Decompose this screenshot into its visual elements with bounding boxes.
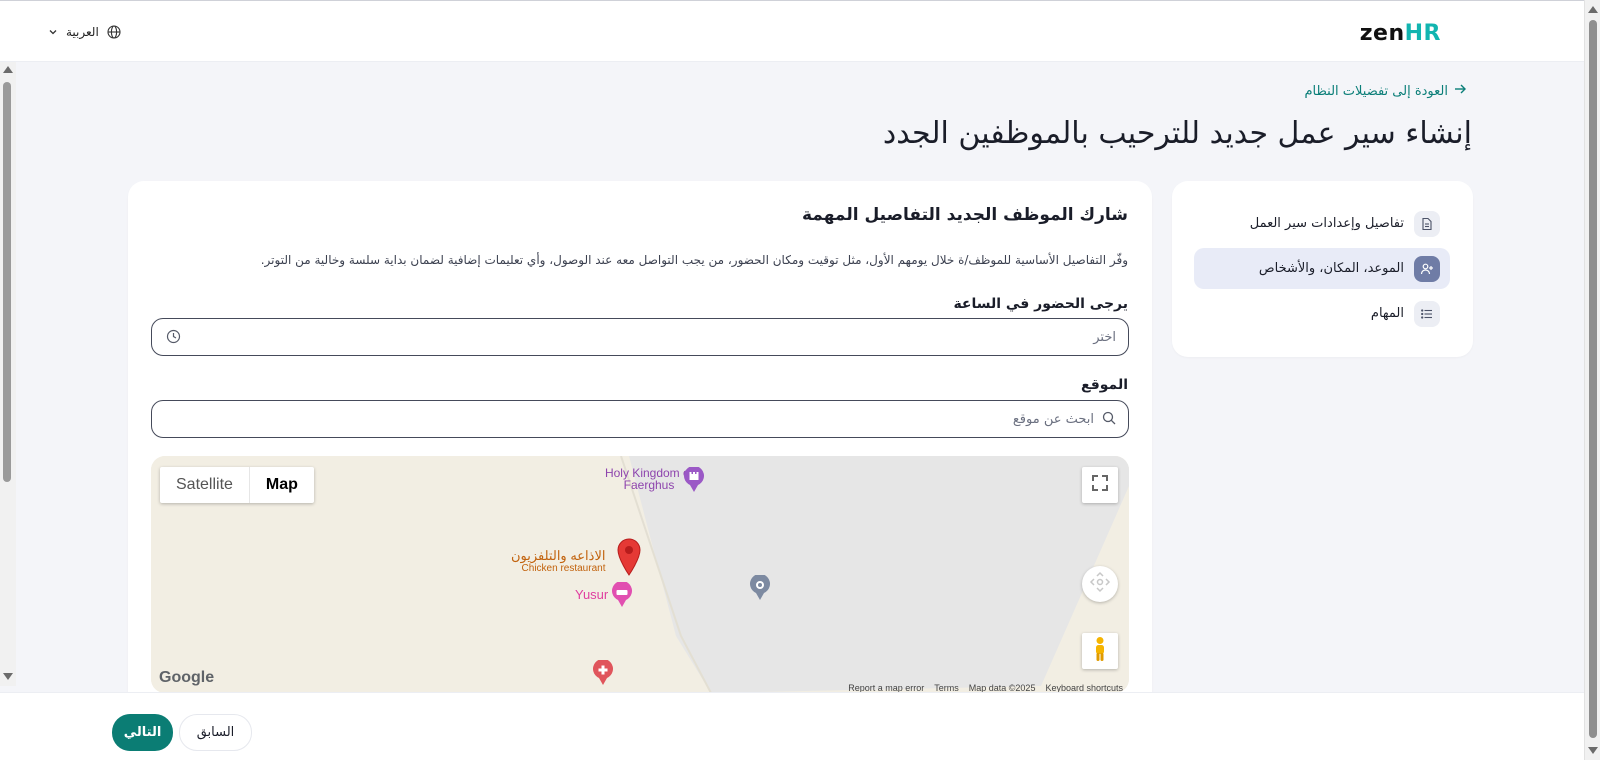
arrow-right-icon: [1454, 83, 1466, 99]
window-scroll-down-icon[interactable]: [1588, 747, 1598, 754]
search-icon: [1102, 410, 1116, 429]
section-title: شارك الموظف الجديد التفاصيل المهمة: [802, 205, 1128, 225]
step-tasks[interactable]: المهام: [1194, 293, 1450, 334]
page-scrollbar[interactable]: [0, 62, 16, 686]
location-pin-icon[interactable]: [749, 573, 771, 606]
location-label: الموقع: [1081, 377, 1128, 393]
globe-icon: [107, 25, 121, 39]
step-label: تفاصيل وإعدادات سير العمل: [1249, 216, 1404, 231]
logo-accent-text: HR: [1404, 21, 1441, 46]
arrival-time-picker[interactable]: اختر: [151, 318, 1129, 356]
back-link-label: العودة إلى تفضيلات النظام: [1304, 83, 1448, 99]
poi-yusur-label[interactable]: Yusur: [575, 587, 608, 602]
poi-name: Yusur: [575, 587, 609, 602]
step-time-place-people[interactable]: الموعد، المكان، والأشخاص: [1194, 248, 1450, 289]
window-scrollbar[interactable]: [1584, 0, 1600, 760]
map-view-button[interactable]: Map: [248, 467, 314, 503]
fullscreen-icon: [1091, 474, 1109, 496]
arrival-time-label: يرجى الحضور في الساعة: [953, 296, 1128, 312]
language-label: العربية: [66, 25, 99, 39]
poi-restaurant-label[interactable]: الاذاعه والتلفزيون Chicken restaurant: [511, 549, 605, 575]
castle-poi-icon[interactable]: [683, 465, 705, 498]
clock-icon: [166, 329, 181, 348]
details-form-card: شارك الموظف الجديد التفاصيل المهمة وفّر …: [128, 181, 1152, 741]
add-user-icon: [1414, 255, 1440, 282]
map-marker-icon[interactable]: [616, 538, 642, 581]
list-icon: [1414, 300, 1440, 327]
scroll-up-icon[interactable]: [3, 66, 13, 73]
map-type-toggle: Satellite Map: [160, 467, 314, 503]
pegman-icon: [1091, 636, 1109, 666]
poi-name: Holy Kingdom of Faerghus: [604, 466, 694, 492]
step-workflow-details[interactable]: تفاصيل وإعدادات سير العمل: [1194, 203, 1450, 244]
arrival-time-placeholder: اختر: [1093, 329, 1116, 345]
window-scrollbar-thumb[interactable]: [1589, 20, 1597, 738]
hotel-poi-icon[interactable]: [611, 580, 633, 613]
street-view-button[interactable]: [1082, 633, 1118, 669]
language-selector[interactable]: العربية: [48, 25, 121, 39]
bottom-action-bar: التالي السابق: [0, 692, 1584, 760]
step-label: المهام: [1370, 306, 1404, 321]
logo-text: zen: [1359, 21, 1405, 46]
previous-button[interactable]: السابق: [179, 714, 252, 751]
zenhr-logo[interactable]: zenHR: [1360, 21, 1441, 46]
location-map[interactable]: Satellite Map Holy Kingdom of Faerghus ا…: [151, 456, 1129, 693]
window-scroll-up-icon[interactable]: [1588, 6, 1598, 13]
google-logo: Google: [159, 669, 214, 687]
next-button[interactable]: التالي: [112, 714, 173, 751]
chevron-down-icon: [48, 27, 58, 37]
map-pan-control[interactable]: [1082, 566, 1118, 602]
poi-subtitle: Chicken restaurant: [521, 563, 606, 574]
top-bar: zenHR العربية: [0, 0, 1584, 62]
poi-name: الاذاعه والتلفزيون: [511, 548, 606, 563]
steps-card: تفاصيل وإعدادات سير العمل الموعد، المكان…: [1172, 181, 1473, 357]
fullscreen-button[interactable]: [1082, 467, 1118, 503]
scroll-down-icon[interactable]: [3, 673, 13, 680]
google-logo-text: Google: [159, 669, 215, 686]
document-icon: [1414, 210, 1440, 237]
scrollbar-thumb[interactable]: [3, 82, 11, 482]
section-description: وفّر التفاصيل الأساسية للموظف/ة خلال يوم…: [260, 253, 1128, 267]
medical-poi-icon[interactable]: [592, 658, 614, 691]
page-title: إنشاء سير عمل جديد للترحيب بالموظفين الج…: [882, 116, 1472, 151]
step-label: الموعد، المكان، والأشخاص: [1258, 261, 1404, 276]
location-search-input[interactable]: ابحث عن موقع: [151, 400, 1129, 438]
satellite-view-button[interactable]: Satellite: [160, 467, 249, 503]
pan-arrows-icon: [1089, 571, 1111, 597]
location-placeholder: ابحث عن موقع: [1012, 411, 1094, 427]
back-to-preferences-link[interactable]: العودة إلى تفضيلات النظام: [1304, 83, 1466, 99]
